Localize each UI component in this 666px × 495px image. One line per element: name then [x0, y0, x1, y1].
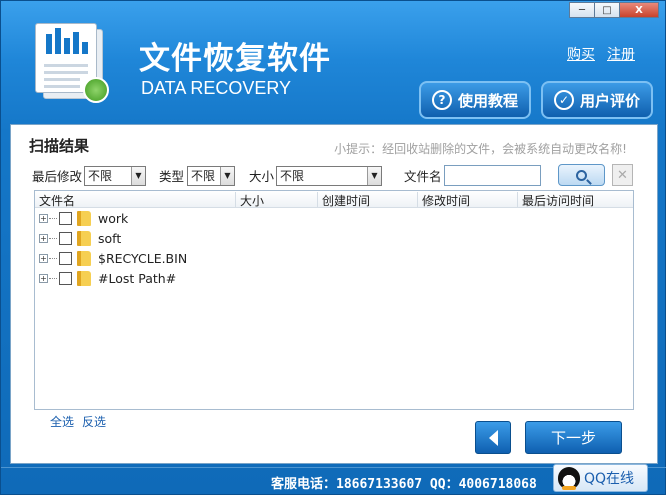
thumbs-up-icon: ✓	[553, 90, 574, 110]
last-modified-label: 最后修改	[32, 169, 83, 184]
last-modified-value: 不限	[88, 169, 113, 183]
size-value: 不限	[280, 169, 305, 183]
size-label: 大小	[249, 169, 275, 184]
column-header-accessed[interactable]: 最后访问时间	[517, 192, 635, 208]
column-header-name[interactable]: 文件名	[35, 192, 235, 208]
close-icon: ✕	[617, 167, 628, 183]
expand-icon[interactable]: +	[39, 213, 48, 223]
invert-selection-link[interactable]: 反选	[82, 413, 106, 430]
back-button[interactable]	[475, 421, 511, 454]
app-window: ─ □ X 文件恢复软件 DATA RECOVERY 购买 注册 ? 使用教程 …	[0, 0, 666, 495]
window-controls: ─ □ X	[569, 2, 659, 18]
folder-icon	[77, 250, 91, 266]
selection-links: 全选 反选	[50, 413, 106, 430]
maximize-button[interactable]: □	[594, 2, 620, 18]
arrow-left-icon	[488, 429, 498, 446]
tutorial-button[interactable]: ? 使用教程	[419, 81, 531, 119]
filename-input[interactable]	[444, 165, 541, 186]
next-button[interactable]: 下一步	[525, 421, 622, 454]
tip-text: 小提示：经回收站删除的文件，会被系统自动更改名称!	[334, 142, 627, 156]
table-row[interactable]: + $RECYCLE.BIN	[39, 248, 187, 268]
file-list[interactable]: 文件名 大小 创建时间 修改时间 最后访问时间 + work + soft + …	[34, 190, 634, 410]
app-title: 文件恢复软件	[139, 41, 331, 77]
user-review-button[interactable]: ✓ 用户评价	[541, 81, 653, 119]
column-header: 文件名 大小 创建时间 修改时间 最后访问时间	[35, 191, 633, 208]
app-subtitle: DATA RECOVERY	[141, 78, 292, 98]
row-name: #Lost Path#	[98, 270, 177, 286]
expand-icon[interactable]: +	[39, 233, 48, 243]
search-icon	[576, 169, 587, 181]
type-value: 不限	[191, 169, 216, 183]
qq-online-label: QQ在线	[584, 471, 635, 487]
row-name: work	[98, 210, 129, 226]
contact-info: 客服电话：18667133607 QQ：4006718068	[271, 477, 537, 492]
type-select[interactable]: 不限 ▼	[187, 166, 235, 186]
chevron-down-icon: ▼	[131, 167, 145, 185]
close-button[interactable]: X	[619, 2, 659, 18]
qq-penguin-icon	[558, 467, 580, 490]
table-row[interactable]: + work	[39, 208, 128, 228]
row-name: soft	[98, 230, 122, 246]
expand-icon[interactable]: +	[39, 253, 48, 263]
column-header-created[interactable]: 创建时间	[317, 192, 417, 208]
search-button[interactable]	[558, 164, 605, 186]
column-header-size[interactable]: 大小	[235, 192, 317, 208]
tutorial-button-label: 使用教程	[457, 91, 518, 110]
folder-icon	[77, 230, 91, 246]
chevron-down-icon: ▼	[367, 167, 381, 185]
row-name: $RECYCLE.BIN	[98, 250, 188, 266]
size-select[interactable]: 不限 ▼	[276, 166, 382, 186]
folder-icon	[77, 210, 91, 226]
question-icon: ?	[431, 90, 452, 110]
expand-icon[interactable]: +	[39, 273, 48, 283]
table-row[interactable]: + #Lost Path#	[39, 268, 176, 288]
clear-button[interactable]: ✕	[612, 164, 633, 186]
register-link[interactable]: 注册	[607, 44, 635, 64]
recycle-icon	[83, 77, 109, 103]
column-header-modified[interactable]: 修改时间	[417, 192, 517, 208]
app-logo-icon	[29, 23, 111, 105]
row-checkbox[interactable]	[59, 231, 72, 245]
row-checkbox[interactable]	[59, 211, 72, 225]
last-modified-select[interactable]: 不限 ▼	[84, 166, 146, 186]
type-label: 类型	[159, 169, 185, 184]
buy-link[interactable]: 购买	[567, 44, 595, 64]
top-links: 购买 注册	[567, 44, 635, 64]
row-checkbox[interactable]	[59, 271, 72, 285]
folder-icon	[77, 270, 91, 286]
user-review-button-label: 用户评价	[579, 91, 640, 110]
filename-label: 文件名	[404, 169, 442, 184]
select-all-link[interactable]: 全选	[50, 413, 74, 430]
table-row[interactable]: + soft	[39, 228, 121, 248]
row-checkbox[interactable]	[59, 251, 72, 265]
qq-online-button[interactable]: QQ在线	[553, 464, 648, 492]
chevron-down-icon: ▼	[220, 167, 234, 185]
scan-results-title: 扫描结果	[29, 137, 90, 155]
minimize-button[interactable]: ─	[569, 2, 595, 18]
